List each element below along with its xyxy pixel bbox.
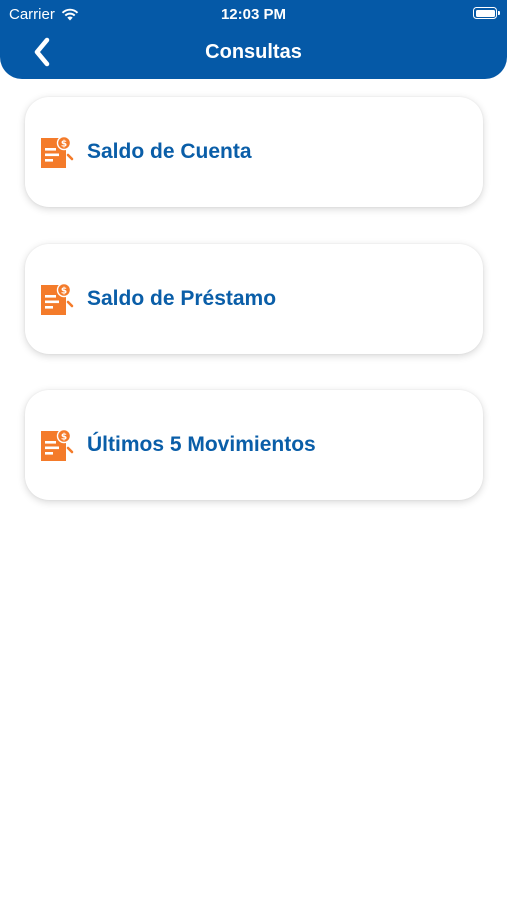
status-bar: Carrier 12:03 PM [0, 0, 507, 28]
money-document-icon: $ [41, 428, 74, 461]
money-document-icon: $ [41, 282, 74, 315]
svg-text:$: $ [61, 286, 67, 296]
menu-item-label: Saldo de Préstamo [87, 287, 277, 310]
battery-icon [473, 7, 500, 19]
menu-item-label: Últimos 5 Movimientos [87, 433, 316, 456]
menu-item-saldo-cuenta[interactable]: $ Saldo de Cuenta [25, 97, 483, 207]
menu-item-saldo-prestamo[interactable]: $ Saldo de Préstamo [25, 244, 483, 354]
page-title: Consultas [205, 41, 302, 63]
nav-bar: Consultas [0, 28, 507, 76]
svg-text:$: $ [61, 139, 67, 149]
money-document-icon: $ [41, 135, 74, 168]
menu-item-ultimos-movimientos[interactable]: $ Últimos 5 Movimientos [25, 390, 483, 500]
app-header: Carrier 12:03 PM Consultas [0, 0, 507, 79]
status-time: 12:03 PM [220, 6, 287, 23]
battery-level [475, 9, 495, 17]
menu-item-label: Saldo de Cuenta [87, 140, 252, 163]
svg-text:$: $ [61, 432, 67, 442]
